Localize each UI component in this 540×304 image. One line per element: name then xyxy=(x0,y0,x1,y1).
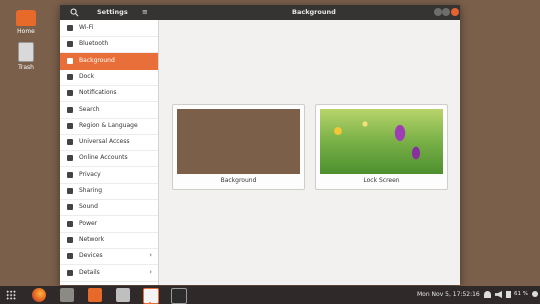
folder-icon xyxy=(16,10,36,26)
chevron-right-icon: › xyxy=(149,251,152,260)
sidebar-item-label: Dock xyxy=(79,72,95,80)
sidebar-item-label: Sharing xyxy=(79,187,103,194)
sidebar-item-notifications[interactable]: Notifications xyxy=(60,85,158,103)
background-icon xyxy=(67,57,73,64)
power-icon xyxy=(67,220,73,227)
lockscreen-thumbnail xyxy=(320,109,443,174)
dock-icon xyxy=(67,73,73,80)
software-center-icon[interactable] xyxy=(88,288,102,302)
background-thumbnail xyxy=(177,109,300,174)
files-icon[interactable] xyxy=(60,288,74,302)
hamburger-menu-icon[interactable]: ≡ xyxy=(142,8,148,16)
sidebar-item-label: Details xyxy=(79,268,100,276)
sidebar-item-label: Search xyxy=(79,105,100,113)
sidebar-item-online-accounts[interactable]: Online Accounts xyxy=(60,150,158,168)
sidebar-item-label: Universal Access xyxy=(79,138,130,146)
sidebar-item-region-language[interactable]: Region & Language xyxy=(60,118,158,135)
sidebar-item-sound[interactable]: Sound xyxy=(60,199,158,217)
sidebar-item-network[interactable]: Network xyxy=(60,232,158,249)
background-card[interactable]: Background xyxy=(172,104,305,190)
bell-icon xyxy=(67,90,73,97)
accounts-icon xyxy=(67,155,73,162)
power-icon[interactable] xyxy=(532,291,538,297)
home-folder-icon[interactable]: Home xyxy=(11,10,41,35)
sidebar-item-label: Bluetooth xyxy=(79,40,109,48)
maximize-button[interactable] xyxy=(442,8,450,16)
taskbar: Mon Nov 5, 17:52:16 61 % xyxy=(0,286,540,304)
privacy-icon xyxy=(67,171,73,178)
sidebar-item-label: Privacy xyxy=(79,170,101,178)
search-icon xyxy=(67,106,73,113)
wifi-icon[interactable] xyxy=(484,291,491,298)
sidebar-item-search[interactable]: Search xyxy=(60,102,158,119)
sidebar-item-label: Background xyxy=(79,56,115,64)
sidebar-item-label: Network xyxy=(79,235,105,243)
close-button[interactable] xyxy=(451,8,459,16)
sidebar-item-label: Devices xyxy=(79,252,103,260)
sidebar-item-dock[interactable]: Dock xyxy=(60,69,158,86)
trash-desktop-icon[interactable]: Trash xyxy=(11,42,41,71)
sidebar-item-power[interactable]: Power xyxy=(60,216,158,233)
sidebar-item-label: Online Accounts xyxy=(79,154,128,162)
search-icon[interactable] xyxy=(70,8,79,17)
settings-icon[interactable] xyxy=(143,288,159,304)
sidebar: Wi-Fi Bluetooth Background Dock Notification… xyxy=(60,20,159,285)
minimize-button[interactable] xyxy=(434,8,442,16)
sidebar-item-background[interactable]: Background xyxy=(60,52,158,70)
lockscreen-card[interactable]: Lock Screen xyxy=(315,104,448,190)
wifi-icon xyxy=(67,25,73,31)
archive-manager-icon[interactable] xyxy=(116,288,130,302)
clock[interactable]: Mon Nov 5, 17:52:16 xyxy=(417,291,480,298)
trash-label: Trash xyxy=(18,64,34,71)
region-icon xyxy=(67,122,73,129)
app-title: Settings xyxy=(97,8,128,16)
battery-percentage: 61 % xyxy=(514,291,528,297)
sidebar-item-universal-access[interactable]: Universal Access xyxy=(60,134,158,152)
details-icon xyxy=(67,269,73,276)
sidebar-item-details[interactable]: Details › xyxy=(60,265,158,282)
sidebar-item-sharing[interactable]: Sharing xyxy=(60,183,158,200)
background-card-label: Background xyxy=(220,177,257,184)
home-label: Home xyxy=(17,28,35,35)
sidebar-item-label: Sound xyxy=(79,203,98,211)
accessibility-icon xyxy=(67,139,73,146)
bluetooth-icon xyxy=(67,41,73,48)
background-panel: Background Lock Screen xyxy=(159,20,460,285)
sidebar-item-label: Region & Language xyxy=(79,121,138,129)
devices-icon xyxy=(67,253,73,260)
title-bar: Settings ≡ Background xyxy=(60,5,460,20)
chevron-right-icon: › xyxy=(149,267,152,276)
sidebar-item-wi-fi[interactable]: Wi-Fi xyxy=(60,20,158,37)
firefox-icon[interactable] xyxy=(32,288,46,302)
page-title: Background xyxy=(292,8,336,16)
sidebar-item-label: Power xyxy=(79,219,98,227)
sidebar-item-devices[interactable]: Devices › xyxy=(60,248,158,266)
sound-icon xyxy=(67,204,73,211)
lockscreen-card-label: Lock Screen xyxy=(363,177,400,184)
sharing-icon xyxy=(67,188,73,194)
sidebar-item-label: Notifications xyxy=(79,89,117,97)
terminal-icon[interactable] xyxy=(171,288,187,304)
settings-window: Settings ≡ Background Wi-Fi Bluetooth Back… xyxy=(60,5,460,285)
trash-icon xyxy=(18,42,34,62)
sidebar-item-bluetooth[interactable]: Bluetooth xyxy=(60,36,158,54)
sidebar-item-privacy[interactable]: Privacy xyxy=(60,167,158,184)
sidebar-item-label: Wi-Fi xyxy=(79,24,94,31)
network-icon xyxy=(67,236,73,243)
volume-icon[interactable] xyxy=(495,291,502,298)
battery-icon[interactable] xyxy=(506,291,511,298)
apps-grid-icon[interactable] xyxy=(6,290,16,300)
